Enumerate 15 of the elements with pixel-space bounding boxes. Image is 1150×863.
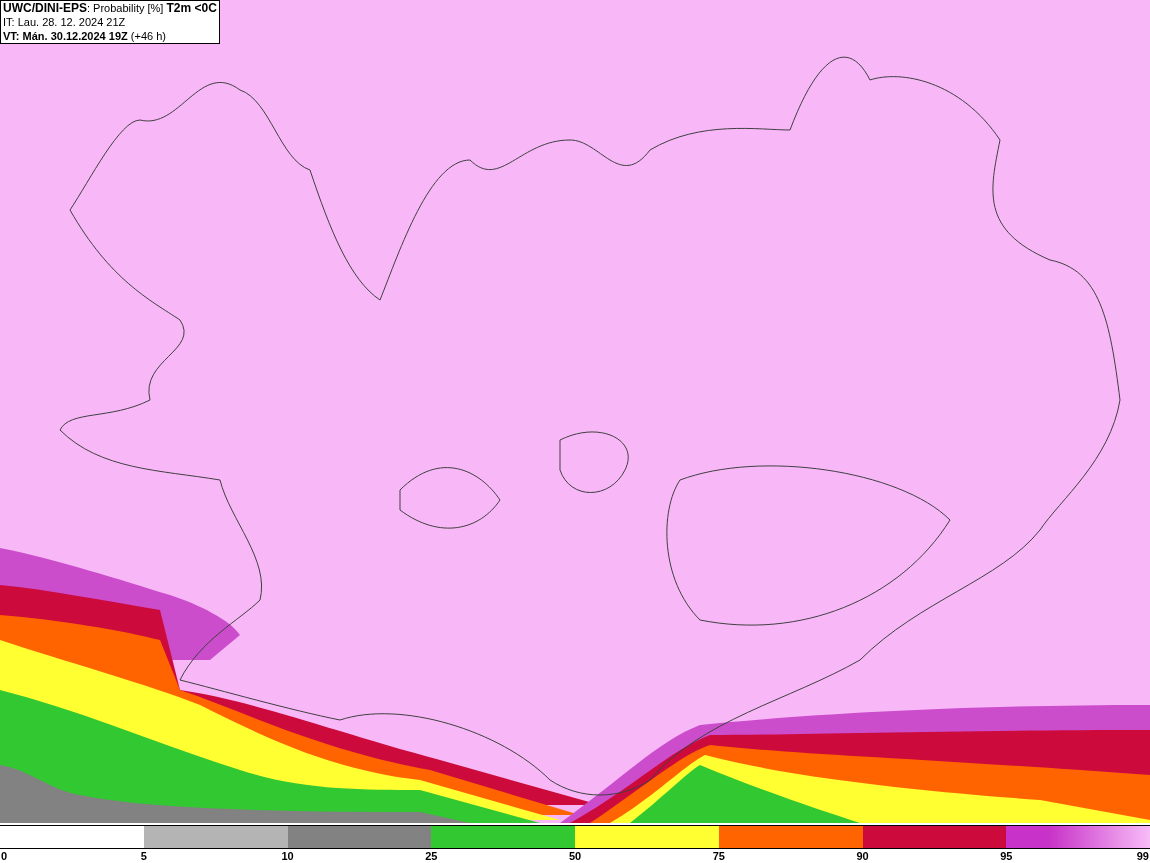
legend-label: 10	[281, 849, 294, 863]
parameter-label: T2m <0C	[166, 1, 217, 15]
header-text: : Probability [%]	[87, 2, 165, 14]
initial-time: IT: Lau. 28. 12. 2024 21Z	[3, 15, 127, 29]
model-title: UWC/DINI-EPS	[3, 1, 87, 15]
valid-time: VT: Mán. 30.12.2024 19Z	[3, 30, 128, 42]
legend-label: 90	[856, 849, 869, 863]
forecast-offset: (+46 h)	[129, 30, 166, 42]
legend-label: 95	[1000, 849, 1013, 863]
legend-label: 50	[568, 849, 582, 863]
legend-label: 0	[1, 849, 8, 863]
legend-label: 5	[140, 849, 147, 863]
legend-label: 99	[1136, 849, 1149, 863]
legend-label: 75	[712, 849, 725, 863]
legend-label: 25	[425, 849, 438, 863]
